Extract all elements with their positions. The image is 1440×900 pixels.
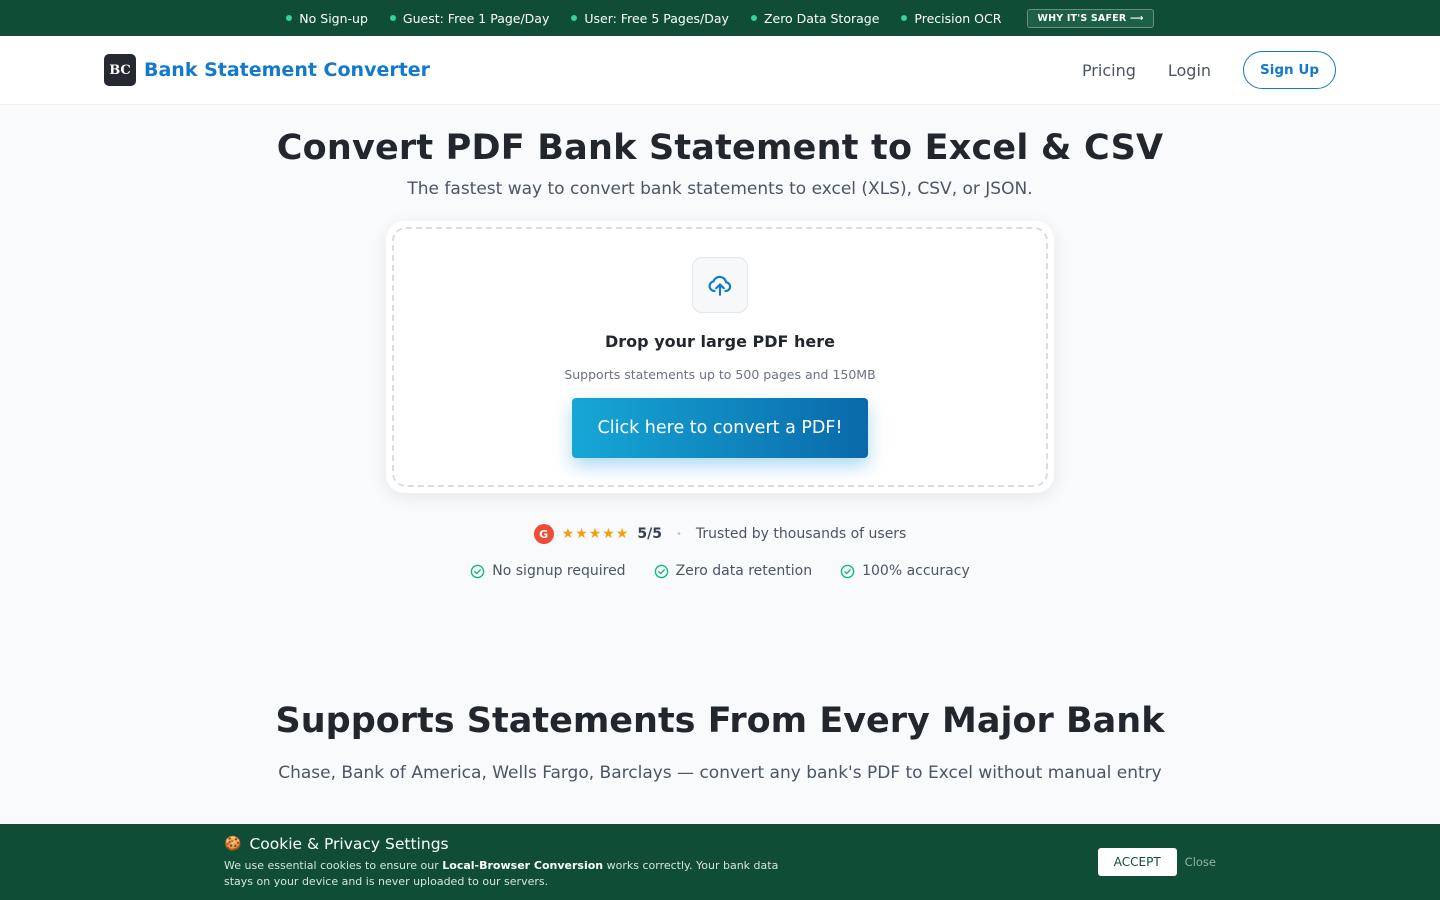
- nav-login-link[interactable]: Login: [1168, 61, 1211, 80]
- cookie-accept-button[interactable]: ACCEPT: [1097, 848, 1177, 876]
- brand-logo: BC: [104, 54, 136, 86]
- check-item: 100% accuracy: [840, 563, 970, 579]
- separator-dot: •: [676, 528, 682, 540]
- nav-pricing-link[interactable]: Pricing: [1082, 61, 1136, 80]
- bullet-dot-icon: [571, 15, 578, 21]
- brand-home-link[interactable]: BC Bank Statement Converter: [104, 54, 430, 86]
- feature-precision-ocr: Precision OCR: [901, 11, 1001, 26]
- bullet-dot-icon: [389, 15, 396, 21]
- check-circle-icon: [840, 564, 855, 578]
- cookie-banner: 🍪 Cookie & Privacy Settings We use essen…: [0, 824, 1440, 900]
- feature-zero-storage: Zero Data Storage: [750, 11, 879, 26]
- top-announcement-bar: No Sign-up Guest: Free 1 Page/Day User: …: [0, 0, 1440, 36]
- check-circle-icon: [654, 564, 668, 578]
- bullet-dot-icon: [286, 15, 293, 21]
- dropzone-title: Drop your large PDF here: [605, 332, 835, 351]
- cookie-icon: 🍪: [224, 835, 242, 852]
- cookie-title-row: 🍪 Cookie & Privacy Settings: [224, 835, 784, 853]
- check-item: Zero data retention: [654, 563, 812, 579]
- nav-links: Pricing Login Sign Up: [1082, 51, 1336, 89]
- assurance-checks: No signup required Zero data retention 1…: [0, 563, 1440, 579]
- convert-pdf-button[interactable]: Click here to convert a PDF!: [572, 398, 868, 458]
- pdf-dropzone[interactable]: Drop your large PDF here Supports statem…: [386, 221, 1054, 493]
- g2-logo-icon: G: [533, 524, 554, 544]
- trusted-text: Trusted by thousands of users: [695, 526, 907, 542]
- brand-name: Bank Statement Converter: [144, 59, 431, 81]
- check-circle-icon: [470, 564, 485, 578]
- five-star-icon: ★★★★★: [561, 526, 630, 542]
- rating-score: 5/5: [637, 526, 663, 542]
- dropzone-inner: Drop your large PDF here Supports statem…: [392, 227, 1048, 487]
- hero-section: Convert PDF Bank Statement to Excel & CS…: [0, 105, 1440, 579]
- feature-no-signup: No Sign-up: [286, 11, 368, 26]
- banks-section-subtitle: Chase, Bank of America, Wells Fargo, Bar…: [278, 763, 1162, 783]
- hero-subtitle: The fastest way to convert bank statemen…: [407, 179, 1033, 199]
- cloud-upload-icon: [692, 257, 748, 313]
- check-item: No signup required: [470, 563, 626, 579]
- main-navbar: BC Bank Statement Converter Pricing Logi…: [0, 36, 1440, 105]
- banks-section: Supports Statements From Every Major Ban…: [0, 701, 1440, 783]
- dropzone-limits-note: Supports statements up to 500 pages and …: [564, 367, 876, 382]
- bullet-dot-icon: [750, 15, 757, 21]
- cookie-actions: ACCEPT Close: [1097, 848, 1216, 876]
- banks-section-title: Supports Statements From Every Major Ban…: [275, 701, 1165, 741]
- signup-button[interactable]: Sign Up: [1243, 51, 1336, 89]
- feature-guest-free: Guest: Free 1 Page/Day: [389, 11, 549, 26]
- rating-row: G ★★★★★ 5/5 • Trusted by thousands of us…: [0, 524, 1440, 544]
- bullet-dot-icon: [901, 15, 908, 21]
- cookie-text-block: 🍪 Cookie & Privacy Settings We use essen…: [224, 835, 784, 890]
- cookie-close-button[interactable]: Close: [1185, 855, 1216, 869]
- cookie-title: Cookie & Privacy Settings: [249, 834, 449, 853]
- cookie-description: We use essential cookies to ensure our L…: [224, 858, 779, 888]
- why-safer-button[interactable]: WHY IT'S SAFER ⟶: [1027, 8, 1154, 28]
- feature-user-free: User: Free 5 Pages/Day: [571, 11, 729, 26]
- page-title: Convert PDF Bank Statement to Excel & CS…: [276, 128, 1164, 168]
